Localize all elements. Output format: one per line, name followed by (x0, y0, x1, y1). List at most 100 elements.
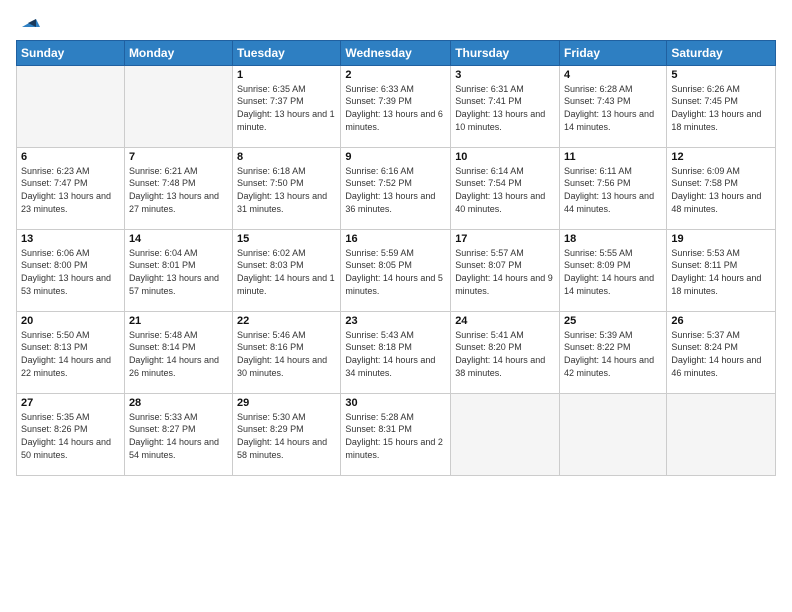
day-info: Sunrise: 5:48 AM Sunset: 8:14 PM Dayligh… (129, 329, 228, 379)
day-number: 28 (129, 397, 228, 409)
day-info: Sunrise: 6:31 AM Sunset: 7:41 PM Dayligh… (455, 83, 555, 133)
day-info: Sunrise: 6:35 AM Sunset: 7:37 PM Dayligh… (237, 83, 336, 133)
day-cell (560, 393, 667, 475)
day-cell: 24 Sunrise: 5:41 AM Sunset: 8:20 PM Dayli… (451, 311, 560, 393)
day-info: Sunrise: 6:23 AM Sunset: 7:47 PM Dayligh… (21, 165, 120, 215)
day-number: 11 (564, 151, 662, 163)
day-number: 25 (564, 315, 662, 327)
day-cell: 28 Sunrise: 5:33 AM Sunset: 8:27 PM Dayli… (124, 393, 232, 475)
day-number: 26 (671, 315, 771, 327)
day-info: Sunrise: 6:33 AM Sunset: 7:39 PM Dayligh… (345, 83, 446, 133)
day-cell: 13 Sunrise: 6:06 AM Sunset: 8:00 PM Dayli… (17, 229, 125, 311)
day-number: 23 (345, 315, 446, 327)
day-cell: 5 Sunrise: 6:26 AM Sunset: 7:45 PM Daylig… (667, 65, 776, 147)
day-info: Sunrise: 6:28 AM Sunset: 7:43 PM Dayligh… (564, 83, 662, 133)
day-cell: 22 Sunrise: 5:46 AM Sunset: 8:16 PM Dayli… (233, 311, 341, 393)
col-header-friday: Friday (560, 40, 667, 65)
day-info: Sunrise: 5:37 AM Sunset: 8:24 PM Dayligh… (671, 329, 771, 379)
day-cell: 17 Sunrise: 5:57 AM Sunset: 8:07 PM Dayli… (451, 229, 560, 311)
week-row-1: 1 Sunrise: 6:35 AM Sunset: 7:37 PM Daylig… (17, 65, 776, 147)
day-info: Sunrise: 5:59 AM Sunset: 8:05 PM Dayligh… (345, 247, 446, 297)
day-info: Sunrise: 5:53 AM Sunset: 8:11 PM Dayligh… (671, 247, 771, 297)
day-info: Sunrise: 6:11 AM Sunset: 7:56 PM Dayligh… (564, 165, 662, 215)
day-cell: 14Sunrise: 6:04 AM Sunset: 8:01 PM Dayli… (124, 229, 232, 311)
day-info: Sunrise: 5:43 AM Sunset: 8:18 PM Dayligh… (345, 329, 446, 379)
day-number: 3 (455, 69, 555, 81)
week-row-5: 27Sunrise: 5:35 AM Sunset: 8:26 PM Dayli… (17, 393, 776, 475)
header (16, 12, 776, 32)
day-info: Sunrise: 5:28 AM Sunset: 8:31 PM Dayligh… (345, 411, 446, 461)
col-header-saturday: Saturday (667, 40, 776, 65)
day-cell: 26 Sunrise: 5:37 AM Sunset: 8:24 PM Dayli… (667, 311, 776, 393)
day-info: Sunrise: 6:26 AM Sunset: 7:45 PM Dayligh… (671, 83, 771, 133)
day-info: Sunrise: 6:02 AM Sunset: 8:03 PM Dayligh… (237, 247, 336, 297)
day-cell: 3 Sunrise: 6:31 AM Sunset: 7:41 PM Daylig… (451, 65, 560, 147)
col-header-sunday: Sunday (17, 40, 125, 65)
day-cell: 16Sunrise: 5:59 AM Sunset: 8:05 PM Dayli… (341, 229, 451, 311)
day-cell: 12 Sunrise: 6:09 AM Sunset: 7:58 PM Dayli… (667, 147, 776, 229)
day-cell (451, 393, 560, 475)
day-cell (17, 65, 125, 147)
day-cell: 27Sunrise: 5:35 AM Sunset: 8:26 PM Dayli… (17, 393, 125, 475)
day-info: Sunrise: 5:55 AM Sunset: 8:09 PM Dayligh… (564, 247, 662, 297)
day-number: 17 (455, 233, 555, 245)
day-info: Sunrise: 5:33 AM Sunset: 8:27 PM Dayligh… (129, 411, 228, 461)
day-number: 20 (21, 315, 120, 327)
day-number: 6 (21, 151, 120, 163)
day-info: Sunrise: 5:41 AM Sunset: 8:20 PM Dayligh… (455, 329, 555, 379)
day-number: 19 (671, 233, 771, 245)
day-cell: 29 Sunrise: 5:30 AM Sunset: 8:29 PM Dayli… (233, 393, 341, 475)
day-cell: 1 Sunrise: 6:35 AM Sunset: 7:37 PM Daylig… (233, 65, 341, 147)
day-number: 21 (129, 315, 228, 327)
day-cell: 23 Sunrise: 5:43 AM Sunset: 8:18 PM Dayli… (341, 311, 451, 393)
day-number: 10 (455, 151, 555, 163)
col-header-tuesday: Tuesday (233, 40, 341, 65)
col-header-monday: Monday (124, 40, 232, 65)
day-info: Sunrise: 6:16 AM Sunset: 7:52 PM Dayligh… (345, 165, 446, 215)
col-header-wednesday: Wednesday (341, 40, 451, 65)
day-number: 27 (21, 397, 120, 409)
day-number: 30 (345, 397, 446, 409)
week-row-2: 6 Sunrise: 6:23 AM Sunset: 7:47 PM Daylig… (17, 147, 776, 229)
col-header-thursday: Thursday (451, 40, 560, 65)
day-info: Sunrise: 5:30 AM Sunset: 8:29 PM Dayligh… (237, 411, 336, 461)
day-cell: 25 Sunrise: 5:39 AM Sunset: 8:22 PM Dayli… (560, 311, 667, 393)
day-cell: 4 Sunrise: 6:28 AM Sunset: 7:43 PM Daylig… (560, 65, 667, 147)
day-number: 14 (129, 233, 228, 245)
day-info: Sunrise: 5:46 AM Sunset: 8:16 PM Dayligh… (237, 329, 336, 379)
day-info: Sunrise: 6:18 AM Sunset: 7:50 PM Dayligh… (237, 165, 336, 215)
day-cell: 30 Sunrise: 5:28 AM Sunset: 8:31 PM Dayli… (341, 393, 451, 475)
calendar: SundayMondayTuesdayWednesdayThursdayFrid… (16, 40, 776, 476)
day-cell: 7Sunrise: 6:21 AM Sunset: 7:48 PM Daylig… (124, 147, 232, 229)
day-number: 1 (237, 69, 336, 81)
day-cell: 8 Sunrise: 6:18 AM Sunset: 7:50 PM Daylig… (233, 147, 341, 229)
week-row-3: 13 Sunrise: 6:06 AM Sunset: 8:00 PM Dayli… (17, 229, 776, 311)
day-info: Sunrise: 5:57 AM Sunset: 8:07 PM Dayligh… (455, 247, 555, 297)
day-number: 13 (21, 233, 120, 245)
day-cell (124, 65, 232, 147)
day-cell: 6 Sunrise: 6:23 AM Sunset: 7:47 PM Daylig… (17, 147, 125, 229)
day-cell: 9 Sunrise: 6:16 AM Sunset: 7:52 PM Daylig… (341, 147, 451, 229)
day-cell (667, 393, 776, 475)
day-info: Sunrise: 6:09 AM Sunset: 7:58 PM Dayligh… (671, 165, 771, 215)
logo-icon (18, 9, 40, 31)
day-cell: 18 Sunrise: 5:55 AM Sunset: 8:09 PM Dayli… (560, 229, 667, 311)
day-number: 7 (129, 151, 228, 163)
day-cell: 20Sunrise: 5:50 AM Sunset: 8:13 PM Dayli… (17, 311, 125, 393)
day-info: Sunrise: 6:14 AM Sunset: 7:54 PM Dayligh… (455, 165, 555, 215)
day-number: 8 (237, 151, 336, 163)
day-cell: 11 Sunrise: 6:11 AM Sunset: 7:56 PM Dayli… (560, 147, 667, 229)
day-number: 29 (237, 397, 336, 409)
day-number: 24 (455, 315, 555, 327)
day-cell: 15Sunrise: 6:02 AM Sunset: 8:03 PM Dayli… (233, 229, 341, 311)
day-number: 12 (671, 151, 771, 163)
day-number: 4 (564, 69, 662, 81)
day-cell: 21 Sunrise: 5:48 AM Sunset: 8:14 PM Dayli… (124, 311, 232, 393)
day-number: 9 (345, 151, 446, 163)
day-number: 5 (671, 69, 771, 81)
day-number: 18 (564, 233, 662, 245)
day-number: 22 (237, 315, 336, 327)
day-cell: 19 Sunrise: 5:53 AM Sunset: 8:11 PM Dayli… (667, 229, 776, 311)
day-info: Sunrise: 6:06 AM Sunset: 8:00 PM Dayligh… (21, 247, 120, 297)
day-info: Sunrise: 5:39 AM Sunset: 8:22 PM Dayligh… (564, 329, 662, 379)
